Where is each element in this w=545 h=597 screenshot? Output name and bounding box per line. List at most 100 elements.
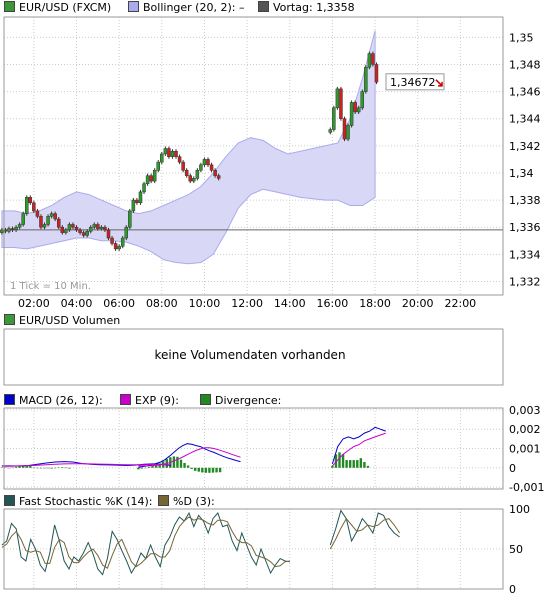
stoch-k-line <box>1 511 290 576</box>
divergence-bar <box>190 467 193 469</box>
candle-body <box>135 199 139 204</box>
divergence-bar <box>186 465 190 468</box>
candle-body <box>367 53 372 68</box>
x-tick-label: 12:00 <box>231 297 263 310</box>
candle-body <box>17 224 22 228</box>
candle-body <box>60 226 65 233</box>
candle-body <box>170 151 175 157</box>
divergence-bar <box>36 467 39 469</box>
x-tick-label: 10:00 <box>189 297 221 310</box>
divergence-bar <box>356 460 359 468</box>
divergence-bar <box>215 467 218 473</box>
divergence-bar <box>204 467 208 473</box>
divergence-bar <box>11 467 14 469</box>
candle-body <box>342 118 347 140</box>
candle-body <box>24 197 29 214</box>
candle-body <box>177 156 182 163</box>
tick-note: 1 Tick = 10 Min. <box>10 281 91 292</box>
candle-body <box>42 224 47 228</box>
x-tick-label: 20:00 <box>402 297 434 310</box>
y-tick-label: 1,342 <box>509 140 541 153</box>
y-tick-label: 1,34 <box>509 167 534 180</box>
divergence-bar <box>183 462 186 468</box>
divergence-bar <box>172 456 176 468</box>
candle-body <box>167 148 171 157</box>
candle-body <box>192 178 196 182</box>
divergence-bar <box>61 467 64 468</box>
candle-body <box>56 218 61 228</box>
macd-line <box>138 443 241 468</box>
divergence-bar <box>147 467 151 468</box>
macd-tick-label: 0 <box>509 462 516 475</box>
macd-tick-label: 0,003 <box>509 404 541 417</box>
candle-body <box>142 183 146 193</box>
macd-tick-label: 0,001 <box>509 443 541 456</box>
divergence-bar <box>46 467 50 469</box>
x-tick-label: 06:00 <box>103 297 135 310</box>
candle-body <box>120 237 125 247</box>
y-tick-label: 1,344 <box>509 113 541 126</box>
stoch-d-line <box>329 517 401 550</box>
candle-body <box>74 226 79 231</box>
candle-body <box>128 210 132 228</box>
x-tick-label: 18:00 <box>359 297 391 310</box>
x-tick-label: 22:00 <box>444 297 476 310</box>
x-tick-label: 08:00 <box>146 297 178 310</box>
candle-body <box>202 159 207 166</box>
divergence-bar <box>68 467 71 469</box>
x-tick-label: 04:00 <box>61 297 93 310</box>
candle-body <box>39 216 43 228</box>
y-tick-label: 1,332 <box>509 275 541 288</box>
stochastic-plot <box>1 509 401 576</box>
divergence-bar <box>0 467 4 468</box>
candle-body <box>49 213 54 217</box>
candle-body <box>14 226 18 231</box>
x-tick-label: 16:00 <box>317 297 349 310</box>
candle-body <box>216 175 221 179</box>
candle-body <box>374 64 379 83</box>
candle-body <box>199 164 203 171</box>
macd-tick-label: 0,002 <box>509 423 541 436</box>
candle-body <box>124 226 129 239</box>
divergence-bar <box>151 466 154 468</box>
candle-body <box>99 226 104 229</box>
axis-labels: 1,35 1,348 1,346 1,344 1,342 1,34 1,338 1,336 1,… <box>10 31 544 596</box>
candle-body <box>360 91 365 109</box>
candle-body <box>117 245 121 250</box>
divergence-bar <box>348 460 352 468</box>
stoch-tick-label: 0 <box>509 583 516 596</box>
candle-body <box>145 175 150 185</box>
divergence-bar <box>201 467 204 473</box>
x-tick-label: 02:00 <box>18 297 50 310</box>
candle-body <box>131 199 136 212</box>
divergence-bar <box>50 467 53 469</box>
candle-body <box>195 169 200 179</box>
candle-body <box>35 210 40 217</box>
candle-body <box>71 224 75 228</box>
divergence-bar <box>14 466 18 468</box>
candle-body <box>163 148 168 155</box>
divergence-bar <box>176 456 179 468</box>
divergence-bar <box>4 467 7 468</box>
chart-canvas: 1,35 1,348 1,346 1,344 1,342 1,34 1,338 1,336 1,… <box>0 16 544 596</box>
y-tick-label: 1,336 <box>509 221 541 234</box>
candle-body <box>0 229 4 233</box>
divergence-bar <box>137 467 140 470</box>
divergence-bar <box>140 467 144 469</box>
candle-body <box>110 237 114 244</box>
candle-body <box>28 197 33 204</box>
stoch-tick-label: 50 <box>509 543 523 556</box>
y-tick-label: 1,35 <box>509 31 534 44</box>
y-tick-label: 1,348 <box>509 58 541 71</box>
candle-body <box>96 224 100 229</box>
divergence-bar <box>7 467 11 469</box>
candle-body <box>209 164 214 171</box>
x-tick-label: 14:00 <box>274 297 306 310</box>
divergence-bar <box>29 466 32 468</box>
candle-body <box>10 228 15 231</box>
divergence-bar <box>341 454 345 468</box>
candle-body <box>88 226 93 232</box>
stoch-tick-label: 100 <box>509 503 530 516</box>
candle-body <box>149 175 153 182</box>
y-tick-label: 1,346 <box>509 86 541 99</box>
